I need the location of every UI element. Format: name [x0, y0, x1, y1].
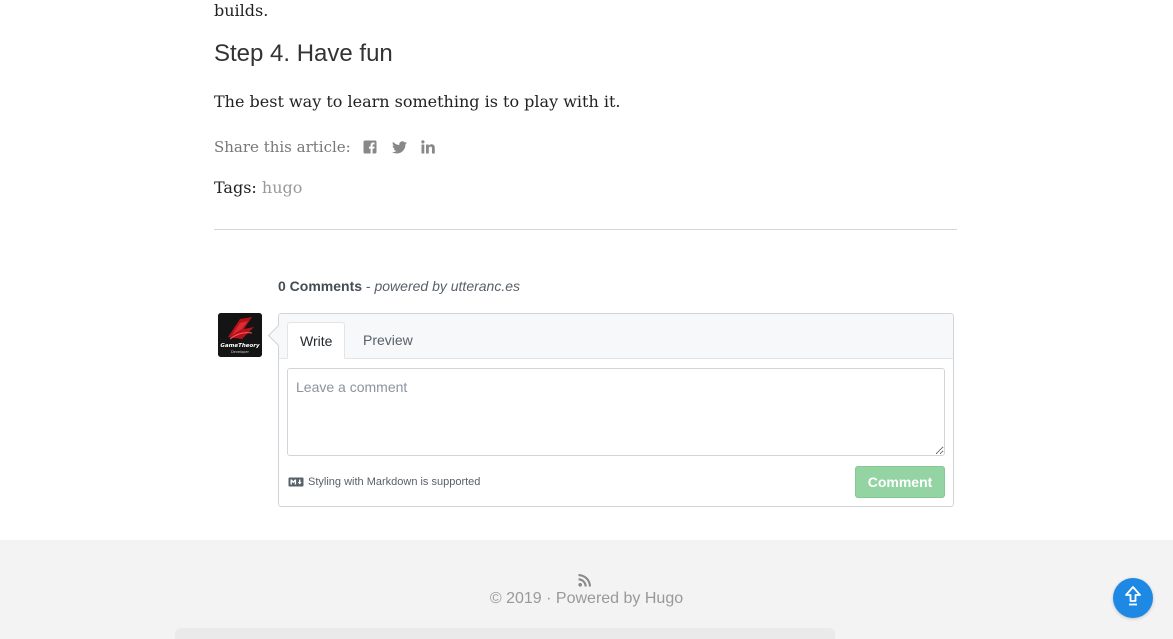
markdown-note-text: Styling with Markdown is supported — [308, 476, 481, 488]
scroll-to-top-button[interactable] — [1113, 578, 1153, 618]
facebook-icon[interactable] — [362, 139, 379, 156]
avatar[interactable]: GameTheory Developer — [218, 313, 262, 357]
step-paragraph: The best way to learn something is to pl… — [214, 92, 621, 111]
hugo-link[interactable]: Hugo — [645, 590, 683, 607]
comment-submit-button[interactable]: Comment — [855, 466, 945, 498]
comments-separator: - — [362, 278, 375, 294]
comments-powered-by: powered by utteranc.es — [374, 278, 521, 294]
tags-label: Tags: — [214, 178, 257, 197]
divider — [214, 229, 957, 230]
footer: © 2019 · Powered by Hugo — [0, 540, 1173, 639]
step-heading: Step 4. Have fun — [214, 40, 393, 67]
footer-bottom-bar — [175, 628, 835, 639]
tab-write[interactable]: Write — [287, 322, 346, 359]
tag-link-hugo[interactable]: hugo — [262, 178, 302, 197]
comments-header: 0 Comments - powered by utteranc.es — [278, 278, 520, 294]
share-label: Share this article: — [214, 138, 351, 156]
rss-icon[interactable] — [578, 572, 592, 587]
copyright-text: © 2019 · — [489, 590, 556, 607]
share-bar: Share this article: — [214, 138, 437, 156]
arrow-up-icon — [1125, 586, 1141, 610]
avatar-sub-text: Developer — [231, 350, 250, 354]
avatar-brand-text: GameTheory — [220, 343, 260, 349]
comment-form: Write Preview Styling with Markdown is s… — [278, 313, 954, 507]
comments-count: 0 Comments — [278, 278, 363, 294]
markdown-support-link[interactable]: Styling with Markdown is supported — [288, 476, 480, 488]
comment-input[interactable] — [287, 368, 945, 456]
twitter-icon[interactable] — [391, 139, 408, 156]
tags-line: Tags: hugo — [214, 178, 302, 197]
footer-copyright: © 2019 · Powered by Hugo — [0, 590, 1173, 608]
powered-by-prefix: Powered by — [555, 590, 645, 607]
markdown-icon — [288, 477, 304, 487]
comment-tabbar: Write Preview — [279, 314, 953, 359]
tab-preview[interactable]: Preview — [351, 322, 425, 358]
linkedin-icon[interactable] — [420, 139, 437, 156]
previous-paragraph-end: builds. — [214, 1, 269, 20]
